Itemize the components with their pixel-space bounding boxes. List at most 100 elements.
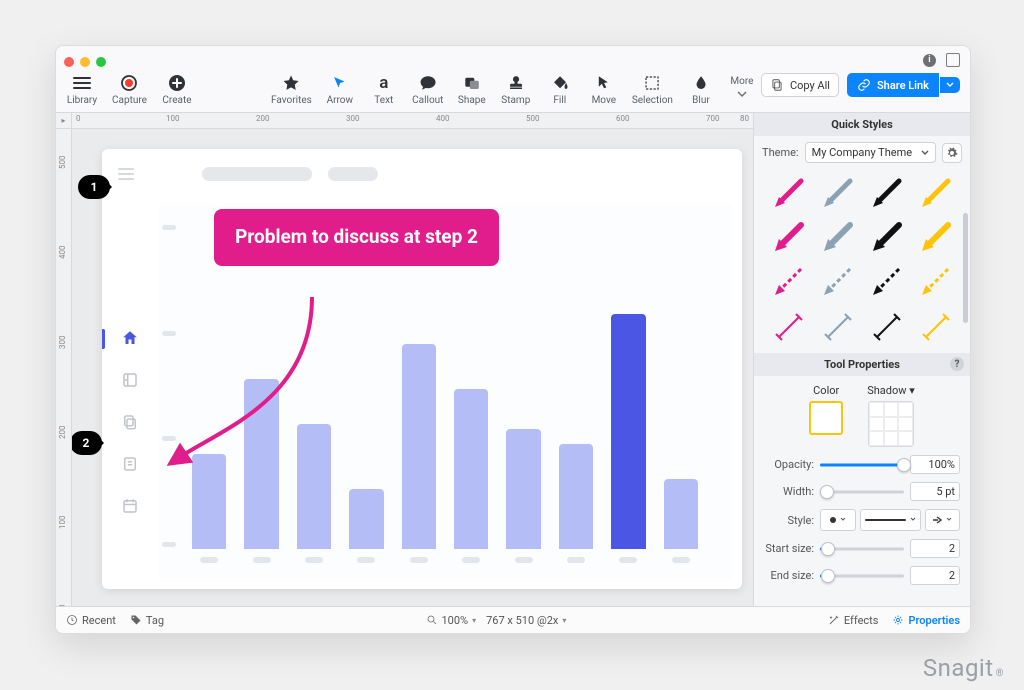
step-marker-2[interactable]: 2 [72,431,102,455]
properties-button[interactable]: Properties [892,614,960,627]
text-tool[interactable]: a Text [368,73,400,106]
effects-button[interactable]: Effects [828,614,879,627]
shape-icon [462,73,482,93]
color-swatch[interactable] [809,401,843,435]
window-minimize-button[interactable] [80,57,90,67]
arrow-cursor-icon [330,73,350,93]
share-dropdown[interactable] [940,77,960,93]
line-style-picker[interactable] [860,509,921,531]
help-icon[interactable]: ? [950,357,964,371]
end-size-value[interactable]: 2 [910,566,960,585]
tool-properties-header: Tool Properties ? [754,353,970,376]
callout-tool[interactable]: Callout [412,73,444,106]
width-slider[interactable] [820,485,904,499]
blur-tool[interactable]: Blur [685,73,717,106]
quick-style-swatch[interactable] [764,303,813,347]
layout-icon [121,371,139,389]
tag-button[interactable]: Tag [130,614,164,627]
ruler-vertical: 500 400 300 200 100 0 [56,129,72,606]
chart-bar [402,344,436,563]
arrow-tool[interactable]: Arrow [324,73,356,106]
speech-bubble-icon [418,73,438,93]
text-label: Text [374,95,393,106]
quick-style-swatch[interactable] [911,259,960,303]
end-cap-picker[interactable] [925,509,961,531]
end-size-slider[interactable] [820,569,904,583]
canvas[interactable]: Problem to discuss at step 2 [72,129,753,606]
copy-all-button[interactable]: Copy All [761,73,839,97]
record-icon [119,73,139,93]
magnifier-icon [426,614,438,626]
page-icon [121,455,139,473]
scrollbar-thumb[interactable] [963,213,968,323]
zoom-control[interactable]: 100% ▾ [426,614,477,627]
hamburger-icon [118,168,134,180]
quick-styles-grid [754,169,970,353]
chart-bar [664,479,698,563]
move-tool[interactable]: Move [588,73,620,106]
stamp-label: Stamp [501,95,530,106]
capture-button[interactable]: Capture [112,73,147,106]
callout-annotation[interactable]: Problem to discuss at step 2 [214,209,499,266]
quick-style-swatch[interactable] [813,303,862,347]
width-value[interactable]: 5 pt [910,482,960,501]
quick-style-swatch[interactable] [764,259,813,303]
window-zoom-button[interactable] [96,57,106,67]
create-button[interactable]: Create [161,73,193,106]
expand-icon[interactable] [946,53,960,67]
more-tools[interactable]: More [729,73,755,106]
theme-settings-button[interactable] [942,143,962,163]
home-icon [121,329,139,347]
quick-style-swatch[interactable] [862,215,911,259]
share-link-button[interactable]: Share Link [847,73,939,97]
fill-tool[interactable]: Fill [544,73,576,106]
selection-tool[interactable]: Selection [632,73,673,106]
text-icon: a [374,73,394,93]
dimensions-control[interactable]: 767 x 510 @2x ▾ [486,614,566,627]
window-close-button[interactable] [64,57,74,67]
start-cap-picker[interactable] [820,509,856,531]
quick-style-swatch[interactable] [813,215,862,259]
chart-bar [192,454,226,563]
quick-style-swatch[interactable] [862,171,911,215]
step-marker-1[interactable]: 1 [78,175,110,199]
quick-style-swatch[interactable] [764,215,813,259]
end-size-label: End size: [764,569,814,582]
quick-style-swatch[interactable] [862,303,911,347]
shape-tool[interactable]: Shape [456,73,488,106]
quick-style-swatch[interactable] [911,171,960,215]
quick-style-swatch[interactable] [813,171,862,215]
stamp-tool[interactable]: Stamp [500,73,532,106]
favorites-tool[interactable]: Favorites [271,73,312,106]
theme-dropdown[interactable]: My Company Theme [805,142,936,163]
tag-icon [130,614,142,626]
opacity-value[interactable]: 100% [910,455,960,474]
quick-style-swatch[interactable] [911,215,960,259]
shadow-direction-picker[interactable] [868,401,914,447]
opacity-slider[interactable] [820,458,904,472]
arrow-label: Arrow [327,95,353,106]
quick-style-swatch[interactable] [911,303,960,347]
properties-panel: Quick Styles Theme: My Company Theme Too… [753,113,970,606]
ruler-horizontal: 0 100 200 300 400 500 600 700 80 [56,113,753,129]
start-size-label: Start size: [764,542,814,555]
quick-style-swatch[interactable] [862,259,911,303]
quick-style-swatch[interactable] [764,171,813,215]
chevron-down-icon [921,150,929,156]
captured-image[interactable]: Problem to discuss at step 2 [102,149,742,589]
stamp-icon [506,73,526,93]
copy-icon [121,413,139,431]
favorites-label: Favorites [271,95,312,106]
library-button[interactable]: Library [66,73,98,106]
start-size-slider[interactable] [820,542,904,556]
move-cursor-icon [594,73,614,93]
copy-icon [770,78,784,92]
quick-style-swatch[interactable] [813,259,862,303]
theme-value: My Company Theme [812,146,913,159]
recent-button[interactable]: Recent [66,614,116,627]
move-label: Move [592,95,616,106]
callout-label: Callout [412,95,443,106]
wand-icon [828,614,840,626]
info-icon[interactable]: i [923,54,936,67]
start-size-value[interactable]: 2 [910,539,960,558]
